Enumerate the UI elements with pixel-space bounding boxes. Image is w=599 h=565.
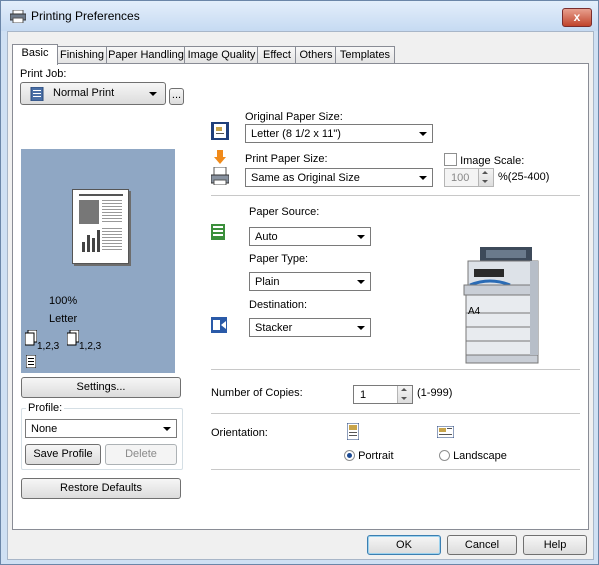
save-profile-button[interactable]: Save Profile	[25, 444, 101, 465]
print-paper-size-dropdown[interactable]: Same as Original Size	[245, 168, 433, 187]
paper-source-label: Paper Source:	[249, 206, 320, 218]
print-preview: 100% Letter 1,2,3 1,2,3	[21, 149, 175, 373]
portrait-label: Portrait	[358, 450, 394, 462]
image-scale-check-box[interactable]	[444, 153, 457, 166]
paper-type-label: Paper Type:	[249, 253, 309, 265]
tab-finishing[interactable]: Finishing	[56, 46, 108, 64]
print-paper-size-label: Print Paper Size:	[245, 153, 328, 165]
page-content-image	[79, 194, 123, 252]
window-title: Printing Preferences	[31, 9, 140, 23]
printing-preferences-window: Printing Preferences x Basic Finishing P…	[0, 0, 599, 565]
dialog-body: Basic Finishing Paper Handling Image Qua…	[7, 31, 594, 560]
help-button[interactable]: Help	[523, 535, 587, 555]
cancel-button[interactable]: Cancel	[447, 535, 517, 555]
portrait-icon	[347, 423, 359, 440]
save-profile-label: Save Profile	[33, 448, 93, 460]
original-paper-size-label: Original Paper Size:	[245, 111, 343, 123]
image-scale-label: Image Scale:	[460, 155, 525, 167]
destination-value: Stacker	[255, 322, 293, 334]
tab-image-quality[interactable]: Image Quality	[184, 46, 259, 64]
destination-label: Destination:	[249, 299, 308, 311]
paper-type-dropdown[interactable]: Plain	[249, 272, 371, 291]
tab-templates[interactable]: Templates	[335, 46, 395, 64]
image-scale-value: 100	[451, 172, 470, 184]
collate-stack-icon-2	[67, 330, 79, 346]
paper-type-value: Plain	[255, 276, 280, 288]
preview-paper-size: Letter	[49, 313, 78, 325]
paper-source-value: Auto	[255, 231, 278, 243]
basic-tab-panel: Print Job: Normal Print ... 100% Letter …	[12, 63, 589, 530]
collate-label-1: 1,2,3	[37, 341, 60, 352]
copies-range: (1-999)	[417, 387, 453, 399]
print-job-more-button[interactable]: ...	[169, 88, 184, 105]
print-job-dropdown[interactable]: Normal Print	[20, 82, 166, 105]
divider	[211, 413, 580, 414]
paper-source-dropdown[interactable]: Auto	[249, 227, 371, 246]
settings-button[interactable]: Settings...	[21, 377, 181, 398]
profile-dropdown[interactable]: None	[25, 419, 177, 438]
image-scale-checkbox[interactable]: Image Scale:	[444, 153, 524, 167]
portrait-radio-dot[interactable]	[344, 450, 355, 461]
copies-input[interactable]: 1	[353, 385, 413, 404]
document-icon	[30, 87, 44, 101]
landscape-icon	[437, 426, 454, 438]
page-thumbnail	[72, 189, 129, 264]
copies-value: 1	[360, 389, 367, 401]
copies-spinner[interactable]	[397, 386, 412, 403]
original-paper-size-value: Letter (8 1/2 x 11")	[251, 128, 341, 140]
print-job-value: Normal Print	[53, 87, 115, 99]
portrait-radio[interactable]: Portrait	[344, 450, 394, 462]
landscape-label: Landscape	[453, 450, 507, 462]
divider	[211, 195, 580, 196]
title-bar[interactable]: Printing Preferences x	[1, 1, 598, 31]
tab-paper-handling[interactable]: Paper Handling	[106, 46, 186, 64]
ok-button[interactable]: OK	[367, 535, 441, 555]
tab-effect[interactable]: Effect	[257, 46, 297, 64]
tab-others[interactable]: Others	[295, 46, 337, 64]
output-tray-icon	[211, 317, 227, 333]
delete-profile-button[interactable]: Delete	[105, 444, 177, 465]
orientation-label: Orientation:	[211, 427, 268, 439]
image-scale-spinner[interactable]	[478, 169, 493, 186]
image-scale-range: %(25-400)	[498, 171, 550, 183]
restore-defaults-button[interactable]: Restore Defaults	[21, 478, 181, 499]
landscape-radio[interactable]: Landscape	[439, 450, 507, 462]
printer-icon	[10, 10, 26, 23]
chevron-down-icon	[419, 176, 427, 180]
image-scale-input[interactable]: 100	[444, 168, 494, 187]
collate-stack-icon	[25, 330, 37, 346]
arrow-down-icon	[214, 150, 226, 164]
landscape-radio-dot[interactable]	[439, 450, 450, 461]
destination-dropdown[interactable]: Stacker	[249, 318, 371, 337]
chevron-down-icon	[163, 427, 171, 431]
tab-basic[interactable]: Basic	[12, 44, 58, 65]
chevron-down-icon	[357, 280, 365, 284]
original-paper-size-dropdown[interactable]: Letter (8 1/2 x 11")	[245, 124, 433, 143]
chevron-down-icon	[357, 326, 365, 330]
printer-tray-label: A4	[468, 306, 481, 317]
collate-label-2: 1,2,3	[79, 341, 102, 352]
copies-label: Number of Copies:	[211, 387, 303, 399]
divider	[211, 469, 580, 470]
divider	[211, 369, 580, 370]
chevron-down-icon	[357, 235, 365, 239]
print-paper-size-value: Same as Original Size	[251, 172, 360, 184]
delete-profile-label: Delete	[125, 448, 157, 460]
original-paper-icon	[211, 122, 229, 140]
duplex-page-icon	[26, 355, 36, 368]
paper-tray-icon	[211, 224, 225, 240]
preview-zoom: 100%	[49, 295, 78, 307]
print-paper-icon	[211, 167, 229, 185]
profile-value: None	[31, 423, 58, 435]
chevron-down-icon	[149, 92, 157, 96]
close-button[interactable]: x	[562, 8, 592, 27]
chevron-down-icon	[419, 132, 427, 136]
profile-label: Profile:	[26, 402, 65, 414]
print-job-label: Print Job:	[20, 68, 67, 80]
